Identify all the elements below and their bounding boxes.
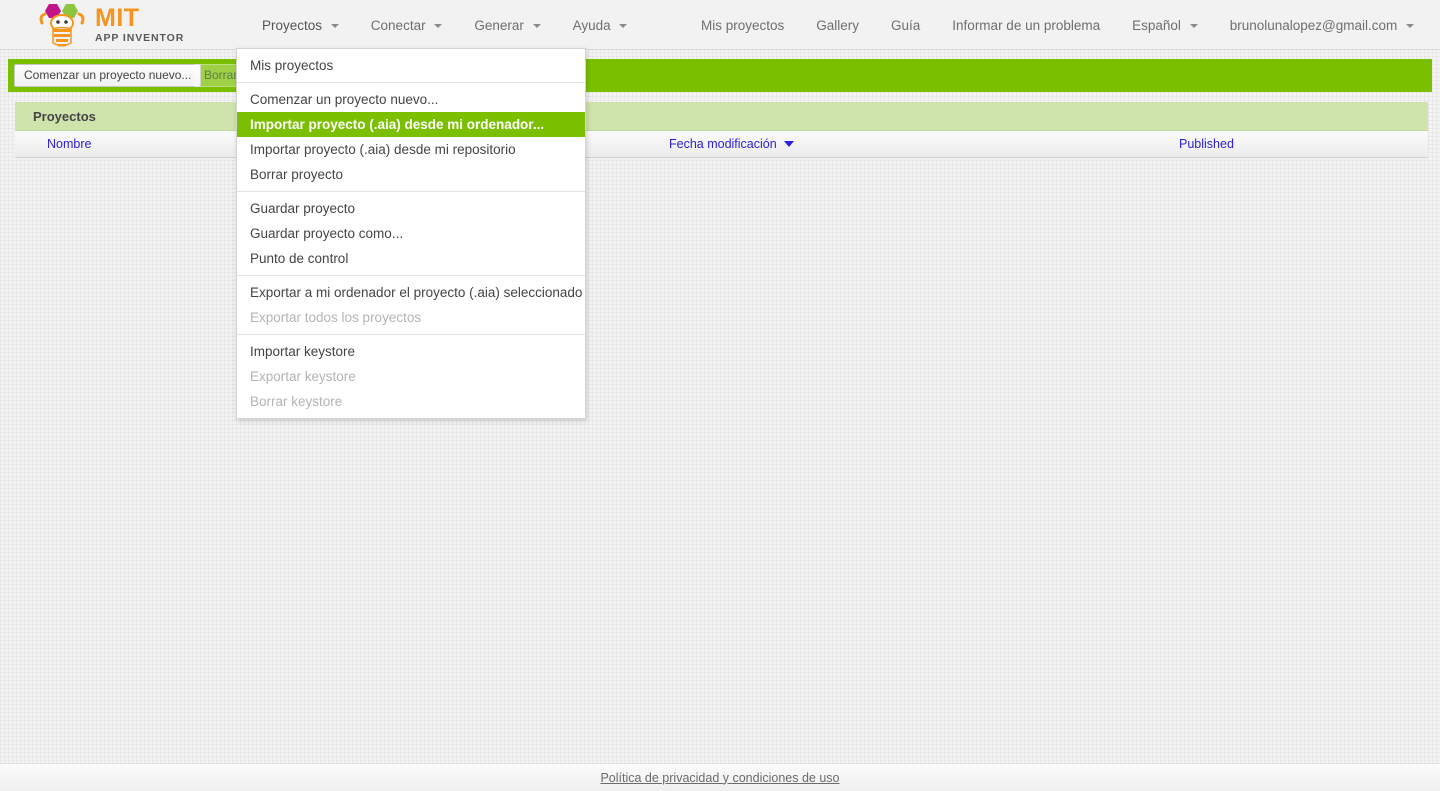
app-header: MIT APP INVENTOR Proyectos Conectar Gene… <box>0 0 1440 50</box>
menu-group-5: Importar keystore Exportar keystore Borr… <box>237 334 585 418</box>
projects-panel: Proyectos Nombre Fecha modificación Publ… <box>15 102 1428 158</box>
nav-informar-problema-label: Informar de un problema <box>952 17 1101 33</box>
menu-item-exportar-proyecto-seleccionado[interactable]: Exportar a mi ordenador el proyecto (.ai… <box>237 280 585 305</box>
menu-item-mis-proyectos[interactable]: Mis proyectos <box>237 53 585 78</box>
logo-wordmark: MIT APP INVENTOR <box>95 6 184 44</box>
menu-item-exportar-todos-los-proyectos: Exportar todos los proyectos <box>250 310 422 325</box>
nav-conectar[interactable]: Conectar <box>355 12 459 39</box>
column-header-nombre-label: Nombre <box>47 137 92 151</box>
menu-item-importar-proyecto-repositorio[interactable]: Importar proyecto (.aia) desde mi reposi… <box>237 137 585 162</box>
nav-proyectos[interactable]: Proyectos <box>246 12 355 39</box>
nav-generar-label: Generar <box>474 17 524 33</box>
account-nav: Mis proyectos Gallery Guía Informar de u… <box>685 0 1430 50</box>
chevron-down-icon <box>532 23 541 28</box>
app-logo[interactable]: MIT APP INVENTOR <box>36 2 184 48</box>
menu-item-importar-proyecto-ordenador[interactable]: Importar proyecto (.aia) desde mi ordena… <box>237 112 585 137</box>
column-header-fecha-modificacion[interactable]: Fecha modificación <box>669 131 795 158</box>
nav-guia-label: Guía <box>891 17 921 33</box>
projects-table-header: Nombre Fecha modificación Published <box>15 131 1428 158</box>
logo-title: MIT <box>95 4 140 33</box>
menu-item-exportar-keystore: Exportar keystore <box>250 369 356 384</box>
menu-item-punto-de-control[interactable]: Punto de control <box>237 246 585 271</box>
menu-group-1: Mis proyectos <box>237 49 585 82</box>
nav-proyectos-label: Proyectos <box>262 17 323 33</box>
nav-user-account[interactable]: brunolunalopez@gmail.com <box>1214 12 1430 39</box>
nav-ayuda[interactable]: Ayuda <box>557 12 644 39</box>
menu-item-comenzar-proyecto-nuevo[interactable]: Comenzar un proyecto nuevo... <box>237 87 585 112</box>
chevron-down-icon <box>1406 23 1414 28</box>
nav-ayuda-label: Ayuda <box>572 17 611 33</box>
panel-title: Proyectos <box>15 102 1428 131</box>
nav-language-selector[interactable]: Español <box>1116 12 1214 39</box>
menu-item-borrar-keystore: Borrar keystore <box>250 394 343 409</box>
column-header-published-label: Published <box>1179 137 1234 151</box>
column-header-published[interactable]: Published <box>1179 131 1234 158</box>
menu-item-importar-keystore[interactable]: Importar keystore <box>237 339 585 364</box>
nav-mis-proyectos-label: Mis proyectos <box>700 17 785 33</box>
column-header-fecha-modificacion-label: Fecha modificación <box>669 137 777 151</box>
app-inventor-bee-logo <box>36 3 88 47</box>
menu-item-guardar-proyecto-como[interactable]: Guardar proyecto como... <box>237 221 585 246</box>
nav-mis-proyectos[interactable]: Mis proyectos <box>685 12 800 39</box>
nav-generar[interactable]: Generar <box>458 12 556 39</box>
nav-language-label: Español <box>1132 17 1181 33</box>
projects-toolbar: Comenzar un proyecto nuevo... Borrar pro… <box>8 59 1432 92</box>
main-nav: Proyectos Conectar Generar Ayuda <box>246 0 643 50</box>
proyectos-dropdown-menu: Mis proyectos Comenzar un proyecto nuevo… <box>236 48 586 419</box>
chevron-down-icon <box>434 23 443 28</box>
chevron-down-icon <box>330 23 339 28</box>
menu-item-borrar-proyecto[interactable]: Borrar proyecto <box>237 162 585 187</box>
menu-group-3: Guardar proyecto Guardar proyecto como..… <box>237 191 585 275</box>
sort-descending-icon <box>784 141 795 147</box>
new-project-button[interactable]: Comenzar un proyecto nuevo... <box>14 64 202 87</box>
menu-group-2: Comenzar un proyecto nuevo... Importar p… <box>237 82 585 191</box>
nav-conectar-label: Conectar <box>370 17 426 33</box>
nav-guia[interactable]: Guía <box>875 12 936 39</box>
privacy-policy-link[interactable]: Política de privacidad y condiciones de … <box>600 771 839 785</box>
page-footer: Política de privacidad y condiciones de … <box>0 763 1440 791</box>
chevron-down-icon <box>1189 23 1198 28</box>
menu-group-4: Exportar a mi ordenador el proyecto (.ai… <box>237 275 585 334</box>
chevron-down-icon <box>619 23 628 28</box>
menu-item-guardar-proyecto[interactable]: Guardar proyecto <box>237 196 585 221</box>
nav-gallery-label: Gallery <box>816 17 860 33</box>
nav-user-email-label: brunolunalopez@gmail.com <box>1229 17 1398 33</box>
column-header-nombre[interactable]: Nombre <box>47 131 91 158</box>
nav-gallery[interactable]: Gallery <box>800 12 875 39</box>
nav-informar-problema[interactable]: Informar de un problema <box>936 12 1116 39</box>
logo-subtitle: APP INVENTOR <box>95 32 185 45</box>
